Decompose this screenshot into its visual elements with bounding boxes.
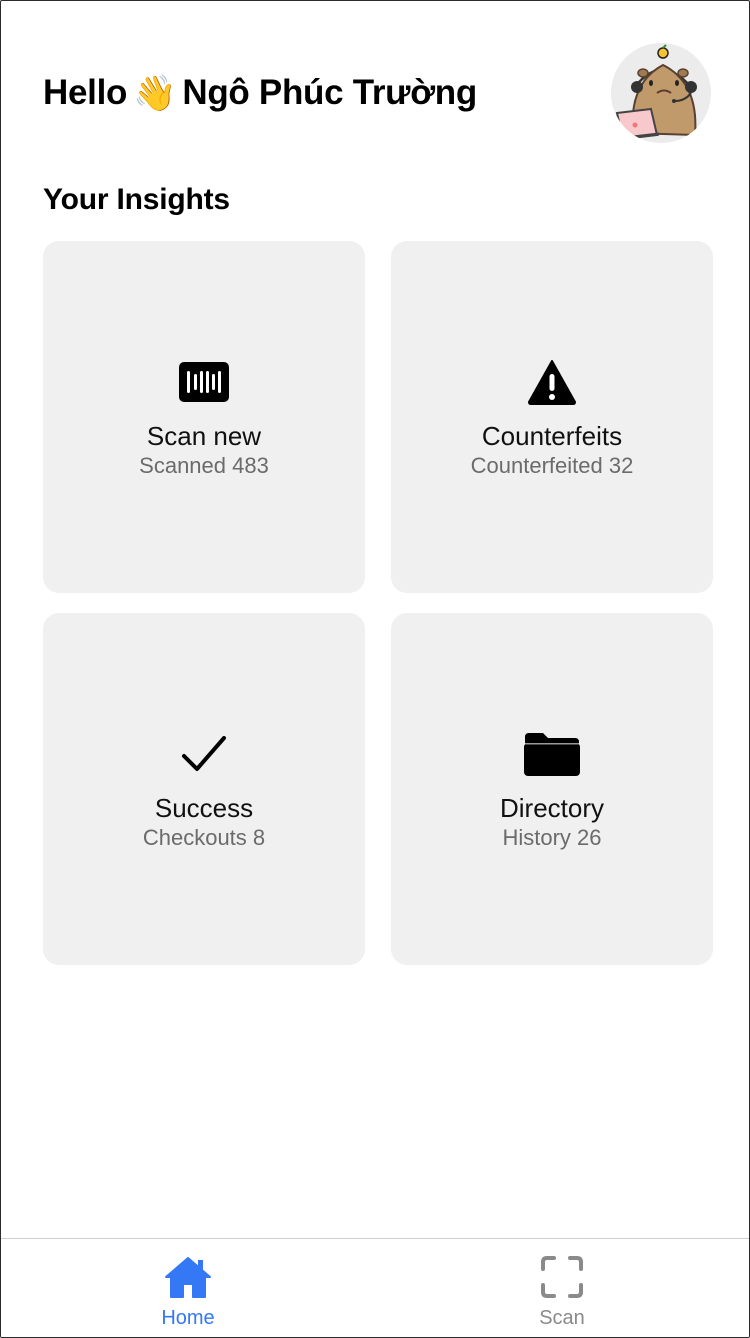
warning-icon — [527, 354, 577, 410]
greeting: Hello 👋 Ngô Phúc Trường — [43, 73, 477, 114]
tab-label: Scan — [539, 1307, 585, 1329]
card-title: Counterfeits — [481, 421, 623, 451]
section-title-insights: Your Insights — [43, 183, 230, 216]
tab-label: Home — [161, 1307, 215, 1329]
tab-scan[interactable]: Scan — [375, 1239, 749, 1337]
card-success[interactable]: Success Checkouts 8 — [43, 613, 365, 965]
card-title: Success — [154, 793, 254, 823]
capybara-avatar-icon — [611, 43, 711, 143]
card-title: Scan new — [146, 421, 262, 451]
checkmark-icon — [181, 726, 227, 782]
tab-bar: Home Scan — [1, 1238, 749, 1337]
header: Hello 👋 Ngô Phúc Trường — [43, 43, 711, 143]
card-counterfeits[interactable]: Counterfeits Counterfeited 32 — [391, 241, 713, 593]
scan-frame-icon — [540, 1253, 584, 1301]
card-subtitle: History 26 — [502, 825, 602, 850]
user-name: Ngô Phúc Trường — [182, 73, 477, 112]
card-scan-new[interactable]: Scan new Scanned 483 — [43, 241, 365, 593]
card-subtitle: Counterfeited 32 — [470, 453, 634, 478]
folder-icon — [523, 726, 581, 782]
home-icon — [164, 1253, 212, 1301]
card-subtitle: Checkouts 8 — [142, 825, 266, 850]
card-title: Directory — [499, 793, 604, 823]
greeting-prefix: Hello — [43, 73, 128, 112]
insights-grid: Scan new Scanned 483 Counterfeits Counte… — [43, 241, 713, 965]
tab-home[interactable]: Home — [1, 1239, 375, 1337]
card-subtitle: Scanned 483 — [139, 453, 269, 478]
wave-emoji: 👋 — [133, 73, 177, 113]
avatar[interactable] — [611, 43, 711, 143]
app-window: Hello 👋 Ngô Phúc Trường Your Insights Sc… — [0, 0, 750, 1338]
card-directory[interactable]: Directory History 26 — [391, 613, 713, 965]
barcode-icon — [179, 354, 229, 410]
